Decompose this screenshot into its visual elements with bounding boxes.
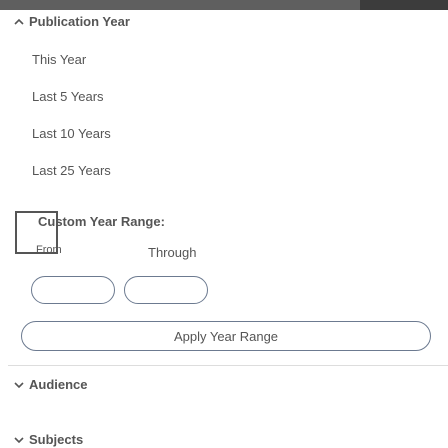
through-year-input[interactable] (124, 276, 208, 304)
chevron-down-icon (14, 381, 24, 388)
publication-year-header[interactable]: Publication Year (13, 14, 130, 29)
subjects-header[interactable]: Subjects (13, 432, 83, 447)
subjects-header-label: Subjects (29, 432, 84, 447)
chevron-down-icon (14, 436, 24, 443)
chevron-up-icon (14, 18, 24, 25)
audience-header[interactable]: Audience (13, 377, 88, 392)
from-year-input[interactable] (31, 276, 115, 304)
audience-header-label: Audience (29, 377, 88, 392)
apply-year-range-button[interactable]: Apply Year Range (21, 321, 431, 351)
option-last-10-years[interactable]: Last 10 Years (32, 126, 111, 141)
option-last-25-years[interactable]: Last 25 Years (32, 163, 111, 178)
publication-year-header-label: Publication Year (29, 14, 130, 29)
custom-year-range-label: Custom Year Range: (38, 214, 165, 229)
top-bar-fill (0, 0, 360, 10)
through-label: Through (148, 245, 197, 260)
top-bar-edge (360, 0, 448, 10)
from-label: From (36, 244, 62, 256)
top-bar (0, 0, 448, 10)
option-last-5-years[interactable]: Last 5 Years (32, 89, 104, 104)
section-divider (8, 365, 448, 366)
option-this-year[interactable]: This Year (32, 52, 86, 67)
